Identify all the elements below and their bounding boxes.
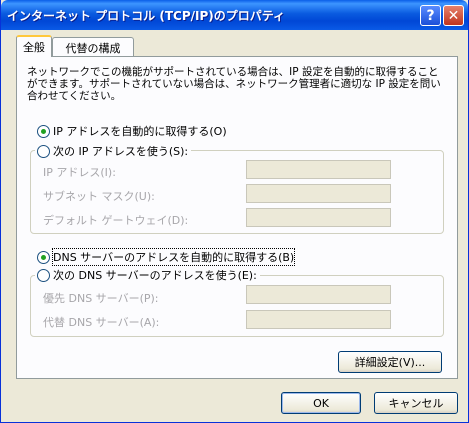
default-gateway-field[interactable] xyxy=(246,208,391,227)
dns-manual-label: 次の DNS サーバーのアドレスを使う(E): xyxy=(53,269,257,282)
tab-alternate-config[interactable]: 代替の構成 xyxy=(52,37,134,57)
ip-auto-label: IP アドレスを自動的に取得する(O) xyxy=(53,125,227,138)
window-title: インターネット プロトコル (TCP/IP)のプロパティ xyxy=(7,9,286,23)
ok-button[interactable]: OK xyxy=(281,392,361,414)
ip-manual-radio[interactable]: 次の IP アドレスを使う(S): xyxy=(35,143,192,159)
dns-auto-radio[interactable]: DNS サーバーのアドレスを自動的に取得する(B) xyxy=(37,248,296,266)
properties-dialog: インターネット プロトコル (TCP/IP)のプロパティ ? ✕ 全般 代替の構… xyxy=(0,0,469,423)
alternate-dns-label: 代替 DNS サーバー(A): xyxy=(43,316,160,329)
tab-label: 代替の構成 xyxy=(65,41,121,55)
close-button[interactable]: ✕ xyxy=(443,5,464,26)
subnet-mask-label: サブネット マスク(U): xyxy=(43,190,155,203)
radio-unselected-icon xyxy=(37,144,50,158)
cancel-button-label: キャンセル xyxy=(388,397,444,410)
alternate-dns-field[interactable] xyxy=(246,310,391,329)
radio-selected-icon xyxy=(37,124,50,138)
tab-general[interactable]: 全般 xyxy=(16,35,52,57)
radio-unselected-icon xyxy=(37,268,50,282)
ok-button-label: OK xyxy=(313,396,329,410)
title-bar[interactable]: インターネット プロトコル (TCP/IP)のプロパティ ? ✕ xyxy=(1,0,468,30)
advanced-button[interactable]: 詳細設定(V)... xyxy=(338,351,442,373)
radio-selected-icon xyxy=(37,250,50,264)
description-text: ネットワークでこの機能がサポートされている場合は、IP 設定を自動的に取得するこ… xyxy=(27,66,441,102)
help-button[interactable]: ? xyxy=(420,5,441,26)
ip-address-label: IP アドレス(I): xyxy=(43,166,116,179)
ip-auto-radio[interactable]: IP アドレスを自動的に取得する(O) xyxy=(37,123,227,139)
help-icon: ? xyxy=(426,7,435,24)
dns-manual-radio[interactable]: 次の DNS サーバーのアドレスを使う(E): xyxy=(35,267,260,283)
preferred-dns-field[interactable] xyxy=(246,285,391,304)
dns-auto-label: DNS サーバーのアドレスを自動的に取得する(B) xyxy=(51,248,296,266)
tab-label: 全般 xyxy=(23,41,45,54)
cancel-button[interactable]: キャンセル xyxy=(374,392,458,414)
ip-address-field[interactable] xyxy=(246,160,391,179)
close-icon: ✕ xyxy=(447,7,460,24)
preferred-dns-label: 優先 DNS サーバー(P): xyxy=(43,292,159,305)
advanced-button-label: 詳細設定(V)... xyxy=(354,356,426,369)
subnet-mask-field[interactable] xyxy=(246,184,391,203)
ip-manual-label: 次の IP アドレスを使う(S): xyxy=(53,145,189,158)
default-gateway-label: デフォルト ゲートウェイ(D): xyxy=(43,214,189,227)
